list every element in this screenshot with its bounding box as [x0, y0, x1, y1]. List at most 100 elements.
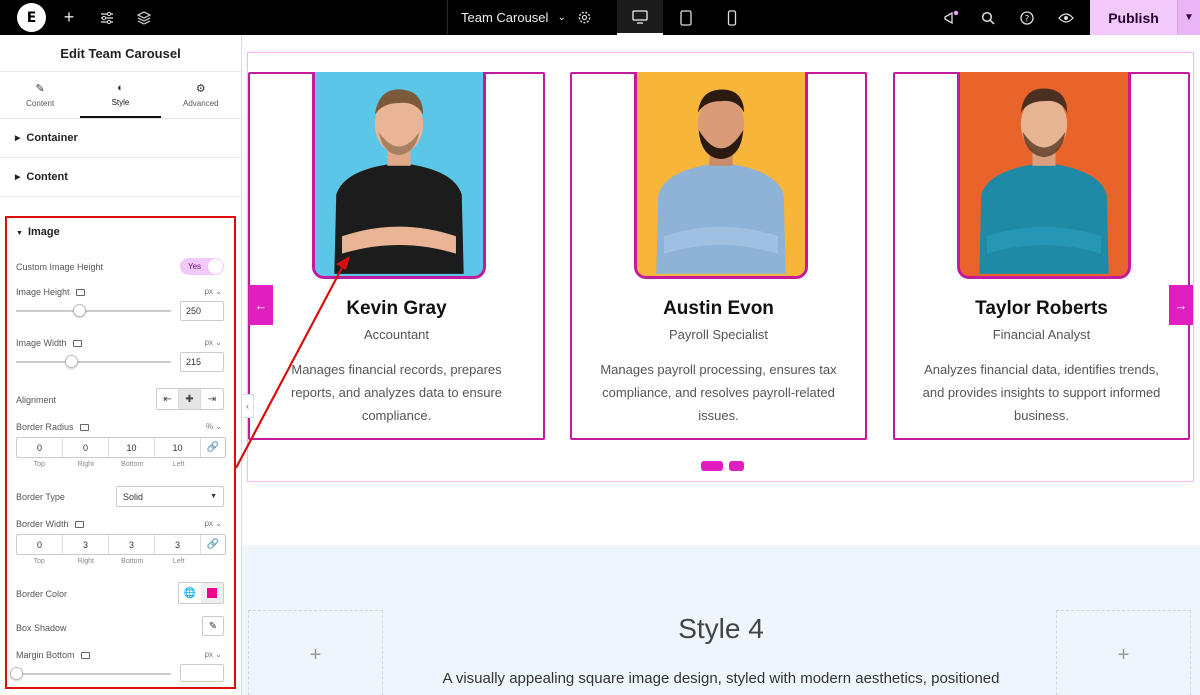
border-radius-unit-label: %: [205, 422, 214, 431]
help-icon[interactable]: ?: [1016, 0, 1038, 35]
margin-bottom-slider-handle[interactable]: [10, 667, 23, 680]
color-swatch: [207, 588, 217, 598]
caret-down-icon: ▼: [16, 230, 23, 237]
align-left-icon[interactable]: ⇤: [157, 389, 179, 409]
top-bar: E + Team Carousel ⌄ ? Publish ▼: [0, 0, 1200, 35]
border-width-right[interactable]: 3: [63, 535, 109, 554]
search-icon[interactable]: [977, 0, 999, 35]
dim-label-bottom: Bottom: [121, 461, 144, 468]
responsive-mode-switcher: [617, 0, 755, 35]
border-radius-top[interactable]: 0: [17, 438, 63, 457]
border-width-bottom[interactable]: 3: [109, 535, 155, 554]
member-name: Taylor Roberts: [975, 298, 1108, 319]
image-width-unit[interactable]: px ⌄: [205, 338, 222, 347]
notifications-megaphone-icon[interactable]: [940, 0, 962, 35]
border-width-label: Border Width: [16, 519, 69, 529]
image-height-input[interactable]: 250: [180, 301, 224, 321]
link-values-icon[interactable]: 🔗: [201, 535, 225, 554]
member-role: Financial Analyst: [992, 327, 1091, 342]
team-card: Kevin Gray Accountant Manages financial …: [248, 72, 545, 440]
tab-content[interactable]: ✎ Content: [0, 72, 80, 118]
team-carousel-widget[interactable]: Kevin Gray Accountant Manages financial …: [247, 52, 1194, 482]
publish-options-chevron-icon[interactable]: ▼: [1177, 0, 1200, 35]
border-radius-left[interactable]: 10: [155, 438, 201, 457]
image-width-input[interactable]: 215: [180, 352, 224, 372]
member-role: Payroll Specialist: [669, 327, 768, 342]
mobile-icon[interactable]: [709, 0, 755, 35]
border-width-label-row: Border Width: [16, 519, 84, 529]
tab-content-label: Content: [26, 99, 55, 108]
style4-description: A visually appealing square image design…: [442, 670, 1000, 687]
image-width-slider-handle[interactable]: [65, 355, 78, 368]
add-element-icon[interactable]: +: [58, 0, 80, 35]
member-name: Kevin Gray: [346, 298, 447, 319]
site-settings-icon[interactable]: [96, 0, 118, 35]
pagination-dot[interactable]: [729, 461, 744, 471]
dim-label-top: Top: [33, 461, 45, 468]
border-width-unit[interactable]: px ⌄: [205, 519, 222, 528]
carousel-prev-arrow-icon[interactable]: ←: [249, 285, 273, 325]
border-width-left[interactable]: 3: [155, 535, 201, 554]
tab-style-label: Style: [111, 97, 130, 107]
link-values-icon[interactable]: 🔗: [201, 438, 225, 457]
image-height-slider[interactable]: [16, 310, 171, 312]
section-content[interactable]: ▶ Content: [0, 158, 241, 197]
section-container[interactable]: ▶ Container: [0, 119, 241, 158]
image-height-unit[interactable]: px ⌄: [205, 287, 222, 296]
border-width-top[interactable]: 0: [17, 535, 63, 554]
border-type-value: Solid: [123, 491, 144, 502]
margin-bottom-slider[interactable]: [16, 673, 171, 675]
monitor-icon: [80, 652, 90, 660]
section-container-label: Container: [26, 132, 78, 144]
align-right-icon[interactable]: ⇥: [201, 389, 223, 409]
panel-tabs: ✎ Content ◐ Style ⚙ Advanced: [0, 72, 241, 119]
member-name: Austin Evon: [663, 298, 774, 319]
image-height-slider-handle[interactable]: [73, 304, 86, 317]
box-shadow-label: Box Shadow: [16, 623, 67, 633]
pencil-edit-icon[interactable]: ✎: [202, 616, 224, 636]
tab-advanced-label: Advanced: [183, 99, 219, 108]
panel-title: Edit Team Carousel: [0, 35, 241, 72]
custom-image-height-toggle[interactable]: Yes: [180, 258, 224, 275]
collapse-panel-chevron-icon[interactable]: ‹: [242, 394, 254, 418]
member-description: Manages payroll processing, ensures tax …: [600, 362, 837, 423]
border-radius-right[interactable]: 0: [63, 438, 109, 457]
tab-advanced[interactable]: ⚙ Advanced: [161, 72, 241, 118]
elementor-logo[interactable]: E: [17, 3, 46, 32]
publish-button[interactable]: Publish: [1090, 0, 1177, 35]
pagination-dot-active[interactable]: [701, 461, 723, 471]
preview-eye-icon[interactable]: [1055, 0, 1077, 35]
member-photo: [312, 72, 486, 279]
carousel-next-arrow-icon[interactable]: →: [1169, 285, 1193, 325]
image-width-slider[interactable]: [16, 361, 171, 363]
globe-icon[interactable]: 🌐: [179, 583, 201, 603]
page-settings-gear-icon[interactable]: [573, 0, 595, 35]
desktop-icon[interactable]: [617, 0, 663, 35]
dim-label-left: Left: [172, 558, 185, 565]
border-radius-unit[interactable]: % ⌄: [206, 422, 222, 431]
border-radius-label-row: Border Radius: [16, 422, 89, 432]
border-radius-label: Border Radius: [16, 422, 74, 432]
tab-style[interactable]: ◐ Style: [80, 72, 161, 118]
border-radius-bottom[interactable]: 10: [109, 438, 155, 457]
member-role: Accountant: [363, 327, 430, 342]
half-circle-icon: ◐: [117, 81, 124, 94]
margin-bottom-unit[interactable]: px ⌄: [205, 650, 222, 659]
structure-layers-icon[interactable]: [133, 0, 155, 35]
border-type-select[interactable]: Solid ▼: [116, 486, 224, 507]
margin-bottom-input[interactable]: [180, 664, 224, 682]
team-card: Austin Evon Payroll Specialist Manages p…: [570, 72, 867, 440]
tablet-icon[interactable]: [663, 0, 709, 35]
image-height-unit-label: px: [204, 287, 214, 296]
dim-label-left: Left: [172, 461, 185, 468]
border-color-swatch-button[interactable]: [201, 583, 223, 603]
margin-bottom-label-row: Margin Bottom: [16, 650, 90, 660]
caret-right-icon: ▶: [15, 135, 21, 142]
preview-canvas: Kevin Gray Accountant Manages financial …: [242, 35, 1200, 695]
border-width-dimension-labels: Top Right Bottom Left: [16, 558, 202, 565]
section-image-header[interactable]: ▼ Image: [16, 226, 60, 238]
caret-right-icon: ▶: [15, 174, 21, 181]
person-illustration: [979, 88, 1109, 274]
align-center-icon[interactable]: ✚: [179, 389, 201, 409]
monitor-icon: [74, 521, 84, 529]
